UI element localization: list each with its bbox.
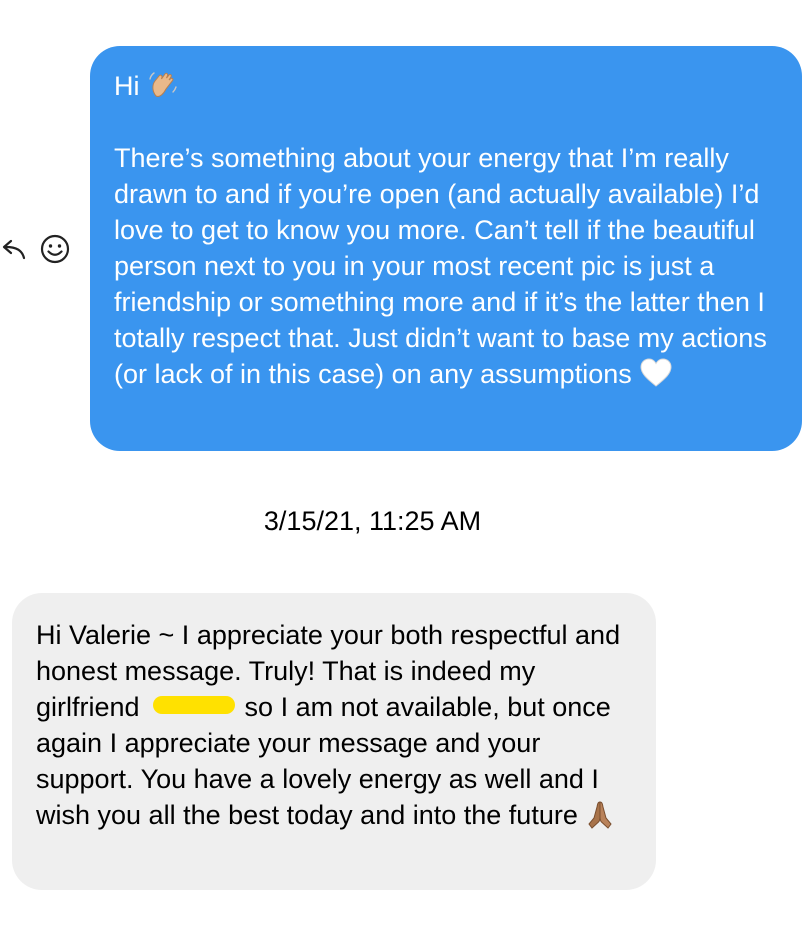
outgoing-message-bubble[interactable]: Hi There’s something about your energy t… xyxy=(90,46,802,451)
waving-hand-icon xyxy=(149,72,177,97)
message-thread: Hi There’s something about your energy t… xyxy=(0,0,810,928)
message-actions xyxy=(0,230,80,270)
smiley-icon[interactable] xyxy=(38,232,72,266)
reply-arrow-icon[interactable] xyxy=(0,232,26,266)
greeting-text: Hi xyxy=(114,71,147,101)
message-timestamp: 3/15/21, 11:25 AM xyxy=(263,506,482,536)
white-heart-icon xyxy=(640,358,672,387)
praying-hands-icon xyxy=(588,801,612,829)
incoming-message-bubble[interactable]: Hi Valerie ~ I appreciate your both resp… xyxy=(12,593,656,890)
redaction-mark xyxy=(153,696,236,714)
outgoing-message-body: There’s something about your energy that… xyxy=(114,143,775,389)
